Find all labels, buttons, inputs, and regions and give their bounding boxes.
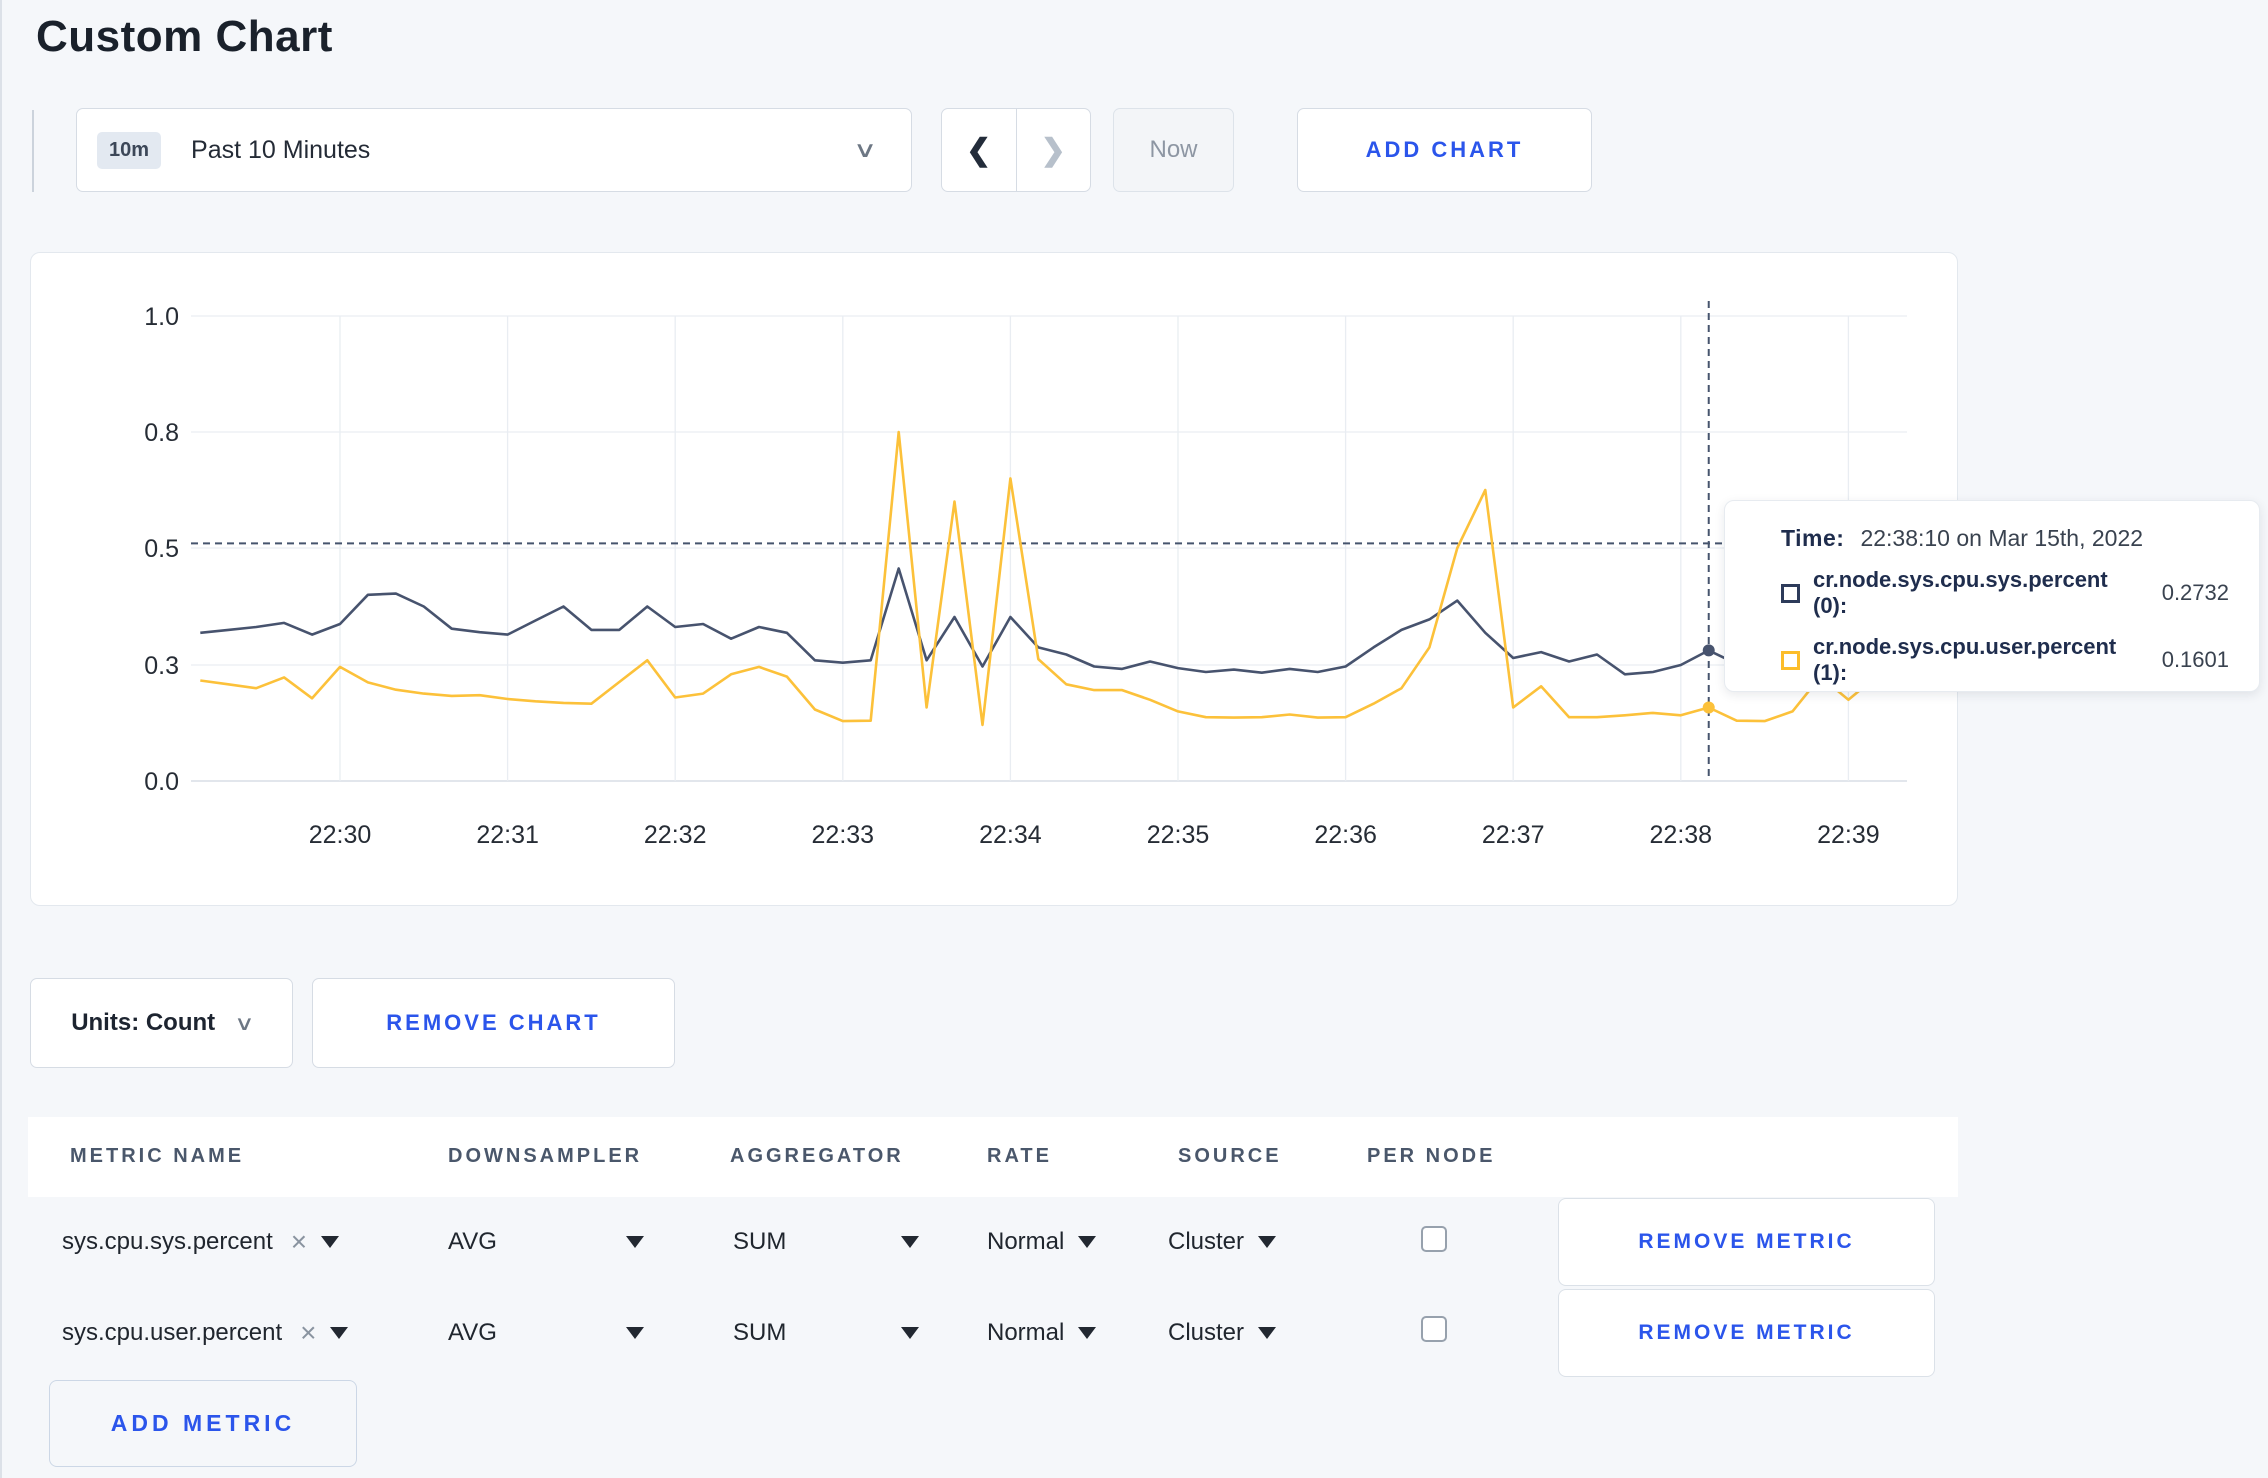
source-value: Cluster bbox=[1168, 1319, 1245, 1346]
metric-name-value: sys.cpu.user.percent bbox=[62, 1319, 283, 1346]
time-next-button[interactable]: ❯ bbox=[1017, 109, 1091, 191]
cpu-usage-chart[interactable]: 0.00.30.50.81.0 22:30 22:31 22:32 22:33 22:3… bbox=[31, 253, 1959, 907]
tooltip-series-row: cr.node.sys.cpu.user.percent (1): 0.1601 bbox=[1781, 634, 2229, 686]
tooltip-time-row: Time: 22:38:10 on Mar 15th, 2022 bbox=[1781, 525, 2229, 552]
tooltip-series-value: 0.2732 bbox=[2161, 580, 2229, 605]
tooltip-time-label: Time: bbox=[1781, 525, 1845, 551]
chart-crosshair bbox=[191, 301, 1907, 781]
source-value: Cluster bbox=[1168, 1228, 1245, 1255]
add-chart-button[interactable]: ADD CHART bbox=[1297, 108, 1592, 192]
svg-text:1.0: 1.0 bbox=[144, 303, 179, 331]
rate-select[interactable]: Normal bbox=[987, 1319, 1097, 1347]
svg-text:0.0: 0.0 bbox=[144, 768, 179, 796]
col-header-rate: RATE bbox=[987, 1145, 1052, 1167]
tooltip-series-label: cr.node.sys.cpu.sys.percent (0): bbox=[1813, 567, 2108, 618]
page-left-border bbox=[0, 0, 2, 1478]
units-dropdown[interactable]: Units: Count ∨ bbox=[30, 978, 293, 1068]
aggregator-value: SUM bbox=[733, 1319, 787, 1346]
time-range-badge: 10m bbox=[97, 131, 162, 169]
svg-text:22:31: 22:31 bbox=[476, 821, 539, 849]
dropdown-caret-icon bbox=[1078, 1327, 1097, 1339]
add-metric-button[interactable]: ADD METRIC bbox=[49, 1380, 357, 1467]
chart-card: 0.0 0.3 0.5 0.8 1.0 22:30 22:31 22:32 22:33 22:3… bbox=[30, 252, 1958, 906]
downsampler-value: AVG bbox=[448, 1319, 497, 1346]
remove-chart-button[interactable]: REMOVE CHART bbox=[312, 978, 675, 1068]
tooltip-series-value: 0.1601 bbox=[2161, 647, 2229, 672]
metric-name-value: sys.cpu.sys.percent bbox=[62, 1228, 273, 1255]
svg-text:22:33: 22:33 bbox=[812, 821, 875, 849]
remove-metric-button[interactable]: REMOVE METRIC bbox=[1558, 1198, 1935, 1286]
svg-text:0.3: 0.3 bbox=[144, 652, 179, 680]
tooltip-series-label: cr.node.sys.cpu.user.percent (1): bbox=[1813, 634, 2117, 685]
tooltip-series-row: cr.node.sys.cpu.sys.percent (0): 0.2732 bbox=[1781, 567, 2229, 619]
now-button[interactable]: Now bbox=[1113, 108, 1234, 192]
page-title: Custom Chart bbox=[36, 12, 333, 61]
dropdown-caret-icon bbox=[1258, 1327, 1277, 1339]
svg-text:0.5: 0.5 bbox=[144, 535, 179, 563]
time-prev-button[interactable]: ❮ bbox=[942, 109, 1017, 191]
controls-divider bbox=[32, 110, 34, 192]
metrics-table-header: METRIC NAME DOWNSAMPLER AGGREGATOR RATE … bbox=[28, 1117, 1958, 1197]
svg-text:22:35: 22:35 bbox=[1147, 821, 1210, 849]
remove-metric-x-icon[interactable]: × bbox=[300, 1319, 316, 1347]
aggregator-value: SUM bbox=[733, 1228, 787, 1255]
chevron-down-icon: ∨ bbox=[852, 137, 878, 162]
units-label: Units: Count bbox=[71, 1009, 216, 1036]
dropdown-caret-icon bbox=[321, 1236, 340, 1248]
source-select[interactable]: Cluster bbox=[1168, 1228, 1277, 1256]
metric-name-select[interactable]: sys.cpu.sys.percent × bbox=[62, 1228, 340, 1256]
chart-tooltip: Time: 22:38:10 on Mar 15th, 2022 cr.node… bbox=[1724, 500, 2260, 692]
col-header-aggregator: AGGREGATOR bbox=[730, 1145, 904, 1167]
chart-series-lines bbox=[200, 430, 1905, 727]
col-header-per-node: PER NODE bbox=[1367, 1145, 1496, 1167]
rate-value: Normal bbox=[987, 1228, 1065, 1255]
tooltip-time-value: 22:38:10 on Mar 15th, 2022 bbox=[1860, 525, 2144, 551]
downsampler-select[interactable]: AVG bbox=[448, 1228, 644, 1256]
downsampler-select[interactable]: AVG bbox=[448, 1319, 644, 1347]
dropdown-caret-icon bbox=[901, 1327, 919, 1339]
dropdown-caret-icon bbox=[1258, 1236, 1277, 1248]
svg-text:0.8: 0.8 bbox=[144, 419, 179, 447]
svg-text:22:30: 22:30 bbox=[309, 821, 372, 849]
downsampler-value: AVG bbox=[448, 1228, 497, 1255]
col-header-source: SOURCE bbox=[1178, 1145, 1282, 1167]
dropdown-caret-icon bbox=[626, 1236, 644, 1248]
svg-text:22:34: 22:34 bbox=[979, 821, 1042, 849]
time-range-select[interactable]: 10m Past 10 Minutes ∨ bbox=[76, 108, 912, 192]
time-pager: ❮ ❯ bbox=[941, 108, 1091, 192]
rate-value: Normal bbox=[987, 1319, 1065, 1346]
chart-y-axis-labels: 0.0 0.3 0.5 0.8 1.0 bbox=[144, 303, 179, 796]
time-range-label: Past 10 Minutes bbox=[191, 135, 371, 164]
per-node-checkbox[interactable] bbox=[1421, 1316, 1447, 1342]
svg-text:22:37: 22:37 bbox=[1482, 821, 1545, 849]
chart-gridlines bbox=[191, 315, 1907, 782]
user-series-swatch-icon bbox=[1781, 650, 1800, 670]
col-header-metric-name: METRIC NAME bbox=[70, 1145, 245, 1167]
dropdown-caret-icon bbox=[901, 1236, 919, 1248]
dropdown-caret-icon bbox=[626, 1327, 644, 1339]
chevron-down-icon: ∨ bbox=[234, 1012, 255, 1035]
source-select[interactable]: Cluster bbox=[1168, 1319, 1277, 1347]
sys-series-swatch-icon bbox=[1781, 583, 1800, 603]
dropdown-caret-icon bbox=[1078, 1236, 1097, 1248]
remove-metric-x-icon[interactable]: × bbox=[291, 1228, 307, 1256]
svg-text:22:39: 22:39 bbox=[1817, 821, 1880, 849]
chart-x-axis-labels: 22:30 22:31 22:32 22:33 22:34 22:35 22:36 22:37… bbox=[309, 821, 1880, 849]
metric-name-select[interactable]: sys.cpu.user.percent × bbox=[62, 1319, 349, 1347]
svg-text:22:38: 22:38 bbox=[1650, 821, 1713, 849]
per-node-checkbox[interactable] bbox=[1421, 1226, 1447, 1252]
dropdown-caret-icon bbox=[330, 1327, 349, 1339]
remove-metric-button[interactable]: REMOVE METRIC bbox=[1558, 1289, 1935, 1377]
aggregator-select[interactable]: SUM bbox=[733, 1319, 919, 1347]
aggregator-select[interactable]: SUM bbox=[733, 1228, 919, 1256]
svg-text:22:32: 22:32 bbox=[644, 821, 707, 849]
col-header-downsampler: DOWNSAMPLER bbox=[448, 1145, 643, 1167]
svg-text:22:36: 22:36 bbox=[1314, 821, 1377, 849]
rate-select[interactable]: Normal bbox=[987, 1228, 1097, 1256]
